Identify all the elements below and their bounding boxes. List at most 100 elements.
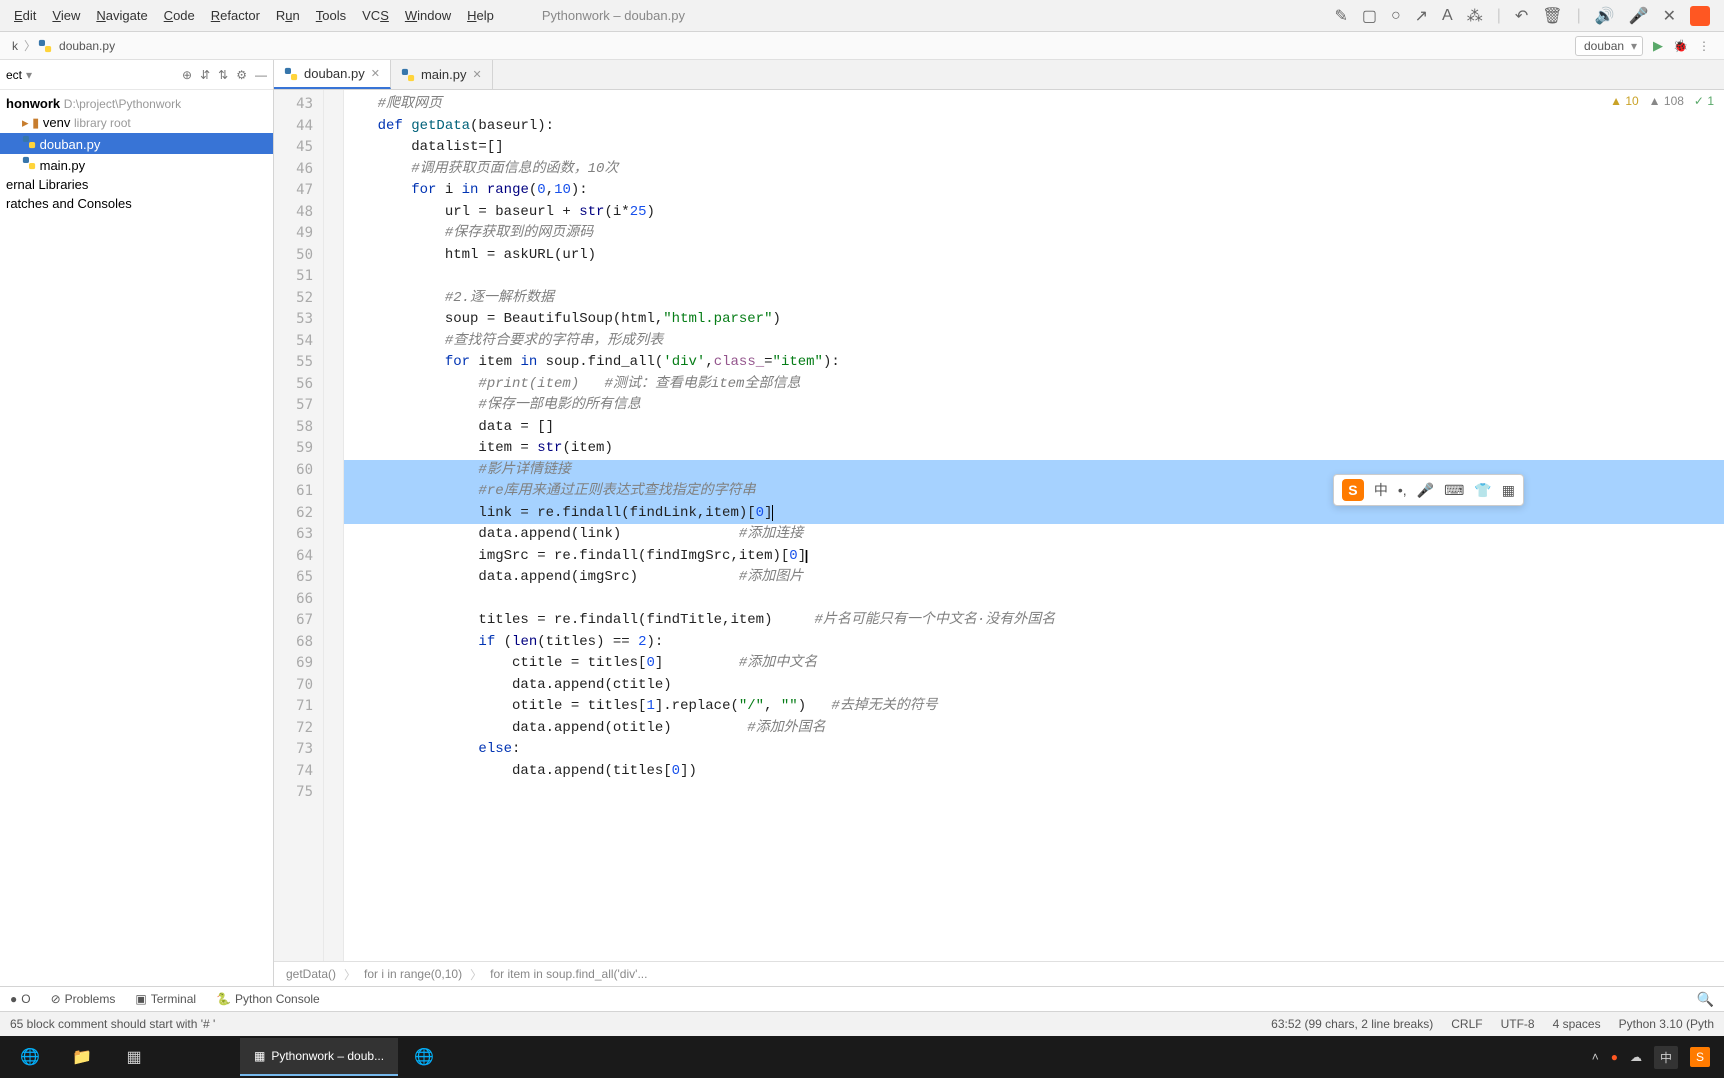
project-tree[interactable]: honwork D:\project\Pythonwork ▸ ▮ venv l… (0, 90, 273, 986)
python-file-icon (401, 68, 415, 82)
tray-dot-icon[interactable]: ● (1611, 1050, 1618, 1064)
windows-taskbar: 🌐 📁 ▦ ▦ Pythonwork – doub... 🌐 ˄ ● ☁ 中 S (0, 1036, 1724, 1078)
status-message[interactable]: 65 block comment should start with '# ' (10, 1017, 215, 1031)
run-config-dropdown[interactable]: douban (1575, 36, 1643, 56)
close-tab-icon[interactable]: ✕ (472, 68, 481, 81)
crumb-func[interactable]: getData() (286, 967, 336, 981)
arrow-icon[interactable]: ↗ (1415, 6, 1428, 26)
tree-external-libs[interactable]: ernal Libraries (0, 175, 273, 194)
project-header: ect ▾ ⊕ ⇵ ⇅ ⚙ — (0, 60, 273, 90)
debug-icon[interactable]: 🐞 (1673, 39, 1688, 53)
window-title: Pythonwork – douban.py (542, 8, 685, 23)
ime-keyboard-icon[interactable]: ⌨ (1444, 482, 1464, 499)
editor-body[interactable]: 43 44 45 46 47 48 49 50 51 52 53 54 55 5… (274, 90, 1724, 961)
taskbar-sep (160, 1038, 240, 1076)
caret-position[interactable]: 63:52 (99 chars, 2 line breaks) (1271, 1017, 1433, 1031)
menu-tools[interactable]: Tools (308, 4, 354, 27)
locate-icon[interactable]: ⊕ (182, 68, 192, 82)
search-icon[interactable]: 🔍 (1697, 991, 1714, 1008)
square-icon[interactable]: ▢ (1362, 6, 1377, 26)
gear-icon[interactable]: ⚙ (236, 68, 247, 82)
python-file-icon (284, 67, 298, 81)
ime-punct[interactable]: •, (1398, 482, 1407, 498)
taskbar-edge[interactable]: 🌐 (4, 1038, 56, 1076)
menu-refactor[interactable]: Refactor (203, 4, 268, 27)
editor-pane: douban.py ✕ main.py ✕ 43 44 45 46 47 48 … (274, 60, 1724, 986)
status-bar: 65 block comment should start with '# ' … (0, 1011, 1724, 1036)
tray-lang[interactable]: 中 (1654, 1046, 1678, 1069)
menu-navigate[interactable]: Navigate (88, 4, 155, 27)
project-header-label[interactable]: ect (6, 68, 22, 82)
menu-bar: Edit View Navigate Code Refactor Run Too… (0, 0, 1724, 32)
mic-icon[interactable]: 🎤 (1629, 6, 1649, 26)
taskbar-pycharm-icon[interactable]: ▦ (108, 1038, 160, 1076)
menu-help[interactable]: Help (459, 4, 502, 27)
circle-icon[interactable]: ○ (1391, 7, 1401, 25)
menu-view[interactable]: View (44, 4, 88, 27)
python-file-icon (38, 39, 52, 53)
record-icon[interactable] (1690, 6, 1710, 26)
text-icon[interactable]: A (1442, 7, 1453, 25)
code-breadcrumb[interactable]: getData() 〉 for i in range(0,10) 〉 for i… (274, 961, 1724, 986)
inspection-widget[interactable]: ▲ 10 ▲ 108 ✓ 1 (1610, 94, 1714, 108)
menu-edit[interactable]: Edit (6, 4, 44, 27)
tab-main[interactable]: main.py ✕ (391, 60, 493, 89)
pencil-icon[interactable]: ✎ (1334, 6, 1347, 26)
tree-scratches[interactable]: ratches and Consoles (0, 194, 273, 213)
tab-label: main.py (421, 67, 467, 82)
indent-setting[interactable]: 4 spaces (1553, 1017, 1601, 1031)
project-root[interactable]: honwork D:\project\Pythonwork (0, 94, 273, 113)
nav-breadcrumb: k 〉 douban.py douban ▶ 🐞 ⋮ (0, 32, 1724, 60)
weak-warning-icon[interactable]: ▲ 108 (1649, 94, 1684, 108)
line-ending[interactable]: CRLF (1451, 1017, 1482, 1031)
ime-mic-icon[interactable]: 🎤 (1417, 482, 1434, 499)
tree-venv[interactable]: ▸ ▮ venv library root (0, 113, 273, 133)
hide-icon[interactable]: — (255, 68, 267, 82)
menu-code[interactable]: Code (156, 4, 203, 27)
terminal-tool[interactable]: ▣ Terminal (135, 992, 196, 1006)
collapse-icon[interactable]: ⇅ (218, 68, 228, 82)
taskbar-pycharm-window[interactable]: ▦ Pythonwork – doub... (240, 1038, 398, 1076)
volume-icon[interactable]: 🔊 (1595, 6, 1615, 26)
close-tab-icon[interactable]: ✕ (371, 67, 380, 80)
tab-douban[interactable]: douban.py ✕ (274, 60, 391, 89)
sogou-logo-icon[interactable]: S (1342, 479, 1364, 501)
close-icon[interactable]: ✕ (1663, 6, 1676, 26)
menu-run[interactable]: Run (268, 4, 308, 27)
ime-grid-icon[interactable]: ▦ (1502, 482, 1515, 499)
expand-icon[interactable]: ⇵ (200, 68, 210, 82)
run-button[interactable]: ▶ (1653, 38, 1663, 54)
breadcrumb-root[interactable]: k (8, 39, 22, 53)
tray-up-icon[interactable]: ˄ (1592, 1050, 1599, 1064)
menu-window[interactable]: Window (397, 4, 459, 27)
ime-lang[interactable]: 中 (1374, 480, 1388, 500)
problems-tool[interactable]: ⊘ Problems (51, 992, 116, 1006)
tray-cloud-icon[interactable]: ☁ (1630, 1050, 1642, 1064)
project-tool-window: ect ▾ ⊕ ⇵ ⇅ ⚙ — honwork D:\project\Pytho… (0, 60, 274, 986)
trash-icon[interactable]: 🗑 (1542, 6, 1562, 26)
typo-icon[interactable]: ✓ 1 (1694, 94, 1714, 108)
todo-tool[interactable]: ● O (10, 992, 31, 1006)
python-console-tool[interactable]: 🐍 Python Console (216, 992, 320, 1006)
ime-toolbar[interactable]: S 中 •, 🎤 ⌨ 👕 ▦ (1333, 474, 1524, 506)
tree-main[interactable]: main.py (0, 154, 273, 175)
undo-icon[interactable]: ↶ (1515, 6, 1528, 26)
taskbar-app1[interactable]: 📁 (56, 1038, 108, 1076)
warning-icon[interactable]: ▲ 10 (1610, 94, 1639, 108)
taskbar-chrome[interactable]: 🌐 (398, 1038, 450, 1076)
line-number-gutter[interactable]: 43 44 45 46 47 48 49 50 51 52 53 54 55 5… (274, 90, 324, 961)
wand-icon[interactable]: ⁂ (1467, 6, 1483, 26)
ime-skin-icon[interactable]: 👕 (1474, 482, 1491, 499)
more-run-icon[interactable]: ⋮ (1698, 39, 1710, 53)
file-encoding[interactable]: UTF-8 (1501, 1017, 1535, 1031)
breadcrumb-file[interactable]: douban.py (55, 39, 119, 53)
tray-sogou[interactable]: S (1690, 1047, 1710, 1067)
folding-gutter[interactable] (324, 90, 344, 961)
code-area[interactable]: #爬取网页 def getData(baseurl): datalist=[] … (344, 90, 1724, 961)
python-interpreter[interactable]: Python 3.10 (Pyth (1619, 1017, 1714, 1031)
menu-vcs[interactable]: VCS (354, 4, 397, 27)
crumb-loop1[interactable]: for i in range(0,10) (364, 967, 462, 981)
bottom-tool-bar: ● O ⊘ Problems ▣ Terminal 🐍 Python Conso… (0, 986, 1724, 1011)
crumb-loop2[interactable]: for item in soup.find_all('div'... (490, 967, 647, 981)
tree-douban[interactable]: douban.py (0, 133, 273, 154)
